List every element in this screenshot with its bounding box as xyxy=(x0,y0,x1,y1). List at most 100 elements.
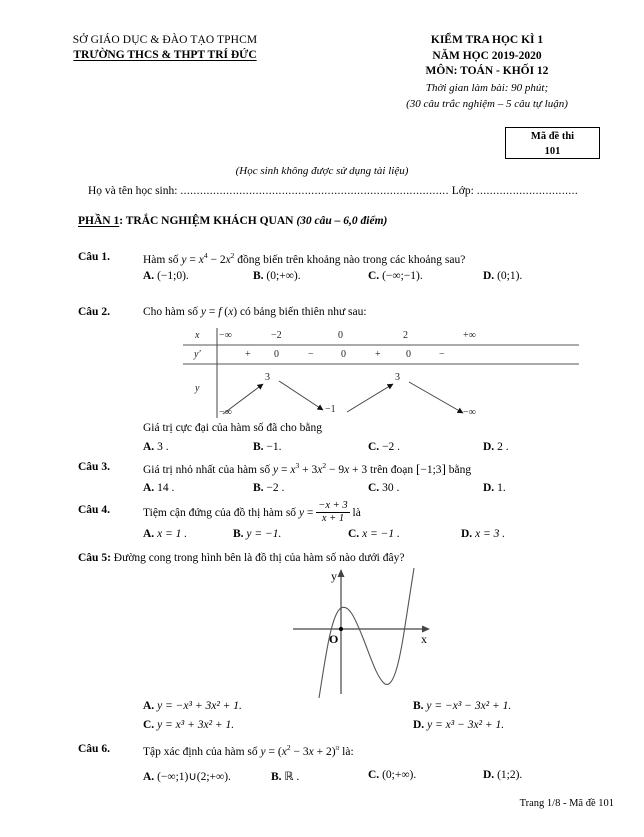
vt-y-1: 3 xyxy=(265,372,270,383)
option-3-A[interactable]: A. 14 . xyxy=(143,482,174,494)
option-5-D[interactable]: D. y = x³ − 3x² + 1. xyxy=(413,719,504,731)
option-2-A[interactable]: A. 3 . xyxy=(143,441,169,453)
vt-sign-1: 0 xyxy=(274,349,279,360)
question-2-pre: Cho hàm số xyxy=(143,306,201,318)
student-name-label: Họ và tên học sinh: xyxy=(88,185,178,197)
vt-x-3: 2 xyxy=(403,330,408,341)
exam-code-label: Mã đề thi xyxy=(530,131,575,142)
vt-y-4: −∞ xyxy=(463,407,476,418)
question-2-subtext: Giá trị cực đại của hàm số đã cho bằng xyxy=(143,422,322,434)
option-3-D[interactable]: D. 1. xyxy=(483,482,506,494)
school-block: SỞ GIÁO DỤC & ĐÀO TẠO TPHCM TRƯỜNG THCS … xyxy=(0,33,330,112)
option-4-B[interactable]: B. y = −1. xyxy=(233,528,281,540)
vt-sign-2: − xyxy=(308,349,314,360)
department-name: SỞ GIÁO DỤC & ĐÀO TẠO TPHCM xyxy=(72,34,258,46)
vt-sign-5: 0 xyxy=(406,349,411,360)
exam-info-block: KIỂM TRA HỌC KÌ 1 NĂM HỌC 2019-2020 MÔN:… xyxy=(330,33,644,112)
no-materials-note: (Học sinh không được sử dụng tài liệu) xyxy=(235,165,409,177)
question-4-pre: Tiệm cận đứng của đồ thị hàm số xyxy=(143,507,299,520)
graph-origin-label: O xyxy=(329,632,338,646)
option-1-A[interactable]: A. (−1;0). xyxy=(143,270,189,282)
vt-x-0: −∞ xyxy=(219,330,232,341)
class-label: Lớp: xyxy=(451,185,474,197)
vt-row-label-yprime: y′ xyxy=(194,349,201,360)
page-footer: Trang 1/8 - Mã đề 101 xyxy=(519,798,614,809)
vt-x-4: +∞ xyxy=(463,330,476,341)
question-6-pre: Tập xác định của hàm số xyxy=(143,745,261,758)
question-5-text: Đường cong trong hình bên là đồ thị của … xyxy=(113,552,405,564)
graph-x-label: x xyxy=(421,632,427,646)
exam-code-value: 101 xyxy=(544,146,561,157)
question-4-label: Câu 4. xyxy=(78,504,110,516)
question-2-post: có bảng biến thiên như sau: xyxy=(237,306,367,318)
fraction-numerator: −x + 3 xyxy=(316,500,350,513)
option-5-A[interactable]: A. y = −x³ + 3x² + 1. xyxy=(143,700,242,712)
question-1-label: Câu 1. xyxy=(78,251,110,263)
option-5-B[interactable]: B. y = −x³ − 3x² + 1. xyxy=(413,700,511,712)
vt-x-1: −2 xyxy=(271,330,282,341)
option-6-B[interactable]: B. ℝ . xyxy=(271,769,299,783)
question-6-label: Câu 6. xyxy=(78,743,110,755)
student-name-line: Họ và tên học sinh: ....................… xyxy=(88,185,608,197)
document-header: SỞ GIÁO DỤC & ĐÀO TẠO TPHCM TRƯỜNG THCS … xyxy=(0,33,644,112)
option-3-B[interactable]: B. −2 . xyxy=(253,482,284,494)
exam-code-box: Mã đề thi 101 xyxy=(505,127,600,159)
vt-row-label-x: x xyxy=(195,330,200,341)
vt-sign-3: 0 xyxy=(341,349,346,360)
option-6-C[interactable]: C. (0;+∞). xyxy=(368,769,416,781)
variation-table-graphics xyxy=(183,328,579,418)
question-6-post: là: xyxy=(339,745,354,758)
school-name: TRƯỜNG THCS & THPT TRÍ ĐỨC xyxy=(73,49,257,61)
vt-sign-6: − xyxy=(439,349,445,360)
option-4-C[interactable]: C. x = −1 . xyxy=(348,528,400,540)
exam-duration: Thời gian làm bài: 90 phút; xyxy=(425,81,549,94)
option-1-D[interactable]: D. (0;1). xyxy=(483,270,522,282)
question-4-text: Tiệm cận đứng của đồ thị hàm số y = −x +… xyxy=(143,500,361,525)
question-5-heading: Câu 5: Đường cong trong hình bên là đồ t… xyxy=(78,552,404,564)
vt-y-3: 3 xyxy=(395,372,400,383)
option-4-A[interactable]: A. x = 1 . xyxy=(143,528,187,540)
option-4-D[interactable]: D. x = 3 . xyxy=(461,528,505,540)
option-1-B[interactable]: B. (0;+∞). xyxy=(253,270,301,282)
question-1-post: đồng biến trên khoảng nào trong các khoả… xyxy=(234,253,466,266)
question-3-text: Giá trị nhỏ nhất của hàm số y = x3 + 3x2… xyxy=(143,461,472,476)
school-year: NĂM HỌC 2019-2020 xyxy=(432,49,542,62)
question-6-text: Tập xác định của hàm số y = (x2 − 3x + 2… xyxy=(143,743,354,758)
option-2-D[interactable]: D. 2 . xyxy=(483,441,509,453)
variation-table: x y′ y −∞ −2 0 2 +∞ + 0 − 0 + 0 − −∞ 3 −… xyxy=(175,328,587,420)
question-5-label: Câu 5: xyxy=(78,552,111,564)
option-2-C[interactable]: C. −2 . xyxy=(368,441,400,453)
cubic-graph-svg: O y x xyxy=(293,567,430,699)
question-1-pre: Hàm số xyxy=(143,253,182,266)
option-5-C[interactable]: C. y = x³ + 3x² + 1. xyxy=(143,719,234,731)
option-1-C[interactable]: C. (−∞;−1). xyxy=(368,270,423,282)
vt-sign-4: + xyxy=(375,349,381,360)
vt-row-label-y: y xyxy=(195,383,200,394)
part-1-label: PHẦN 1 xyxy=(78,215,120,227)
exam-page: SỞ GIÁO DỤC & ĐÀO TẠO TPHCM TRƯỜNG THCS … xyxy=(0,0,644,837)
option-6-D[interactable]: D. (1;2). xyxy=(483,769,522,781)
vt-x-2: 0 xyxy=(338,330,343,341)
part-1-title: : TRẮC NGHIỆM KHÁCH QUAN xyxy=(119,215,297,227)
question-1-text: Hàm số y = x4 − 2x2 đồng biến trên khoản… xyxy=(143,251,466,266)
vt-sign-0: + xyxy=(245,349,251,360)
question-2-label: Câu 2. xyxy=(78,306,110,318)
fraction-denominator: x + 1 xyxy=(321,513,345,524)
question-4-suffix: là xyxy=(352,507,361,520)
question-3-pre: Giá trị nhỏ nhất của hàm số xyxy=(143,464,273,476)
option-6-A[interactable]: A. (−∞;1)∪(2;+∞). xyxy=(143,769,231,783)
exam-structure: (30 câu trắc nghiệm – 5 câu tự luận) xyxy=(406,97,568,110)
exam-subject: MÔN: TOÁN - KHỐI 12 xyxy=(425,65,549,77)
question-5-graph: O y x xyxy=(285,566,435,699)
option-3-C[interactable]: C. 30 . xyxy=(368,482,399,494)
question-4-fraction: −x + 3 x + 1 xyxy=(316,500,350,525)
graph-y-label: y xyxy=(331,569,337,583)
class-blank[interactable]: ............................... xyxy=(477,185,579,197)
part-1-note: (30 câu – 6,0 điểm) xyxy=(296,215,388,227)
question-3-label: Câu 3. xyxy=(78,461,110,473)
student-name-blank[interactable]: ........................................… xyxy=(180,185,449,197)
vt-y-0: −∞ xyxy=(219,407,232,418)
exam-title: KIỂM TRA HỌC KÌ 1 xyxy=(430,34,544,46)
question-2-text: Cho hàm số y = f (x) có bảng biến thiên … xyxy=(143,306,367,318)
option-2-B[interactable]: B. −1. xyxy=(253,441,282,453)
